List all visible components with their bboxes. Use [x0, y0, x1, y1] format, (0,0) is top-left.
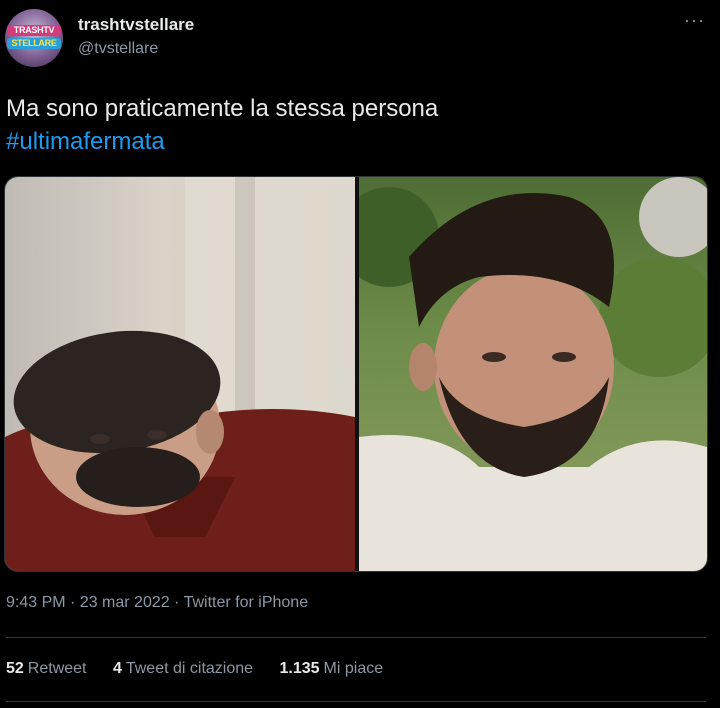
quotes-stat[interactable]: 4 Tweet di citazione: [113, 660, 253, 677]
photo-right-image: [359, 177, 707, 571]
likes-label: Mi piace: [323, 660, 384, 677]
likes-count: 1.135: [279, 660, 320, 677]
retweets-count: 52: [6, 660, 24, 677]
retweets-stat[interactable]: 52 Retweet: [6, 660, 87, 677]
avatar-text-line1: TRASHTV: [7, 25, 61, 36]
meta-separator: ·: [169, 594, 184, 611]
retweets-label: Retweet: [27, 660, 87, 677]
more-horizontal-icon[interactable]: ···: [684, 10, 705, 31]
tweet-media[interactable]: [4, 176, 708, 572]
quotes-label: Tweet di citazione: [125, 660, 254, 677]
quotes-count: 4: [112, 660, 122, 677]
author-avatar[interactable]: TRASHTV STELLARE: [5, 9, 63, 67]
photo-left-image: [5, 177, 355, 571]
meta-separator: ·: [65, 594, 80, 611]
hashtag-link[interactable]: #ultimafermata: [6, 125, 706, 158]
tweet-text: Ma sono praticamente la stessa persona #…: [6, 92, 706, 158]
tweet-meta: 9:43 PM · 23 mar 2022 · Twitter for iPho…: [6, 594, 308, 612]
author-display-name[interactable]: trashtvstellare: [78, 15, 194, 35]
likes-stat[interactable]: 1.135 Mi piace: [280, 660, 384, 677]
tweet-stats: 52 Retweet 4 Tweet di citazione 1.135 Mi pi…: [6, 660, 405, 678]
photo-left[interactable]: [5, 177, 355, 571]
tweet-time[interactable]: 9:43 PM: [6, 594, 66, 611]
avatar-text-line2: STELLARE: [7, 38, 61, 49]
divider: [6, 701, 706, 702]
author-handle[interactable]: @tvstellare: [78, 40, 158, 58]
tweet-date[interactable]: 23 mar 2022: [80, 594, 170, 611]
tweet-body: Ma sono praticamente la stessa persona: [6, 95, 439, 122]
divider: [6, 637, 706, 638]
tweet-source[interactable]: Twitter for iPhone: [184, 594, 309, 611]
photo-right[interactable]: [359, 177, 707, 571]
